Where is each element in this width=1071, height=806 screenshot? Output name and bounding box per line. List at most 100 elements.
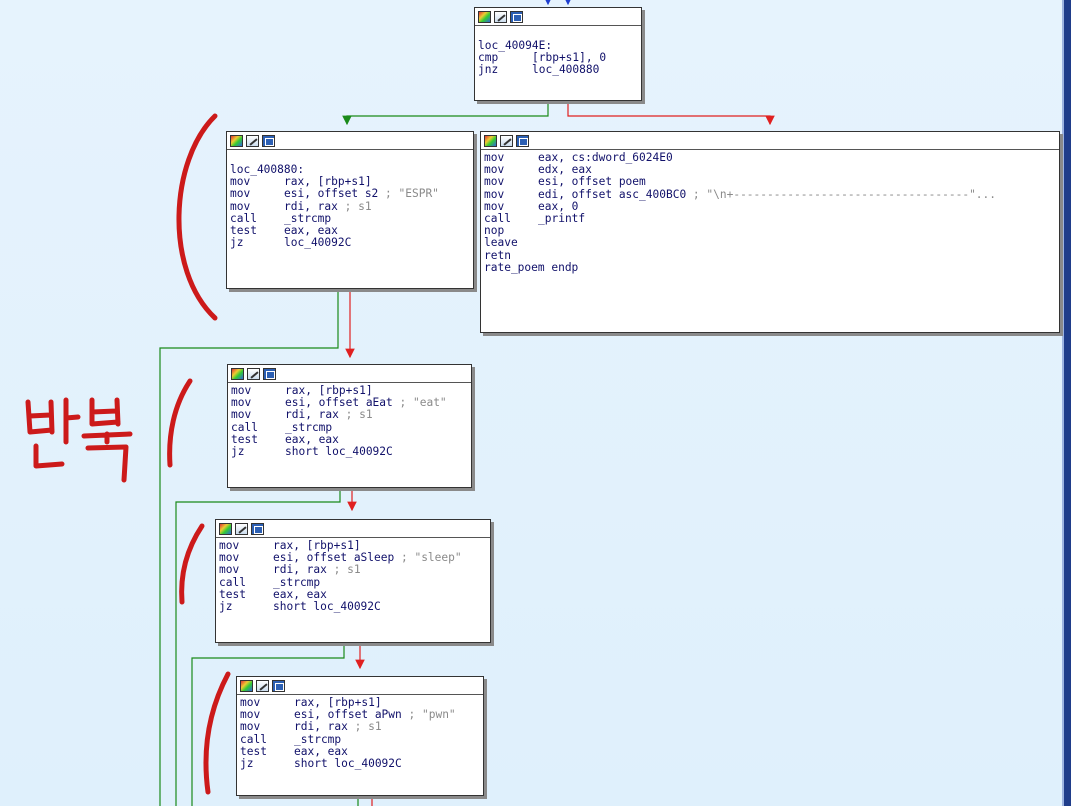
- handwritten-annotation: 반복: [22, 390, 142, 490]
- node-code: mov rax, [rbp+s1] mov esi, offset aPwn ; "p…: [237, 695, 483, 773]
- asm-line[interactable]: jz loc_40092C: [230, 237, 470, 249]
- asm-mnemonic: jz: [231, 445, 245, 459]
- node-code: mov rax, [rbp+s1] mov esi, offset aSleep ; …: [216, 538, 490, 616]
- handwritten-bracket-3: [179, 523, 205, 605]
- asm-mnemonic: mov: [219, 563, 240, 577]
- color-icon[interactable]: [484, 134, 497, 147]
- rename-icon[interactable]: [500, 134, 513, 147]
- asm-operands[interactable]: rdi, rax: [273, 564, 327, 576]
- asm-mnemonic: call: [231, 420, 258, 434]
- asm-operands[interactable]: rdi, rax: [294, 721, 348, 733]
- asm-line[interactable]: mov esi, offset s2 ; "ESPR": [230, 188, 470, 200]
- asm-mnemonic: mov: [230, 187, 251, 201]
- color-icon[interactable]: [240, 679, 253, 692]
- asm-line[interactable]: call _strcmp: [219, 575, 487, 589]
- handwritten-bracket-2: [167, 378, 193, 468]
- rename-icon[interactable]: [256, 679, 269, 692]
- group-icon[interactable]: [262, 134, 275, 147]
- node-titlebar: [237, 677, 483, 695]
- group-icon[interactable]: [263, 367, 276, 380]
- color-icon[interactable]: [219, 522, 232, 535]
- rename-icon[interactable]: [235, 522, 248, 535]
- asm-operands[interactable]: _printf: [538, 212, 585, 225]
- handwritten-bracket-1: [176, 113, 218, 321]
- asm-line[interactable]: jz short loc_40092C: [240, 757, 480, 771]
- color-icon[interactable]: [478, 10, 491, 23]
- edge-n1-n2: [342, 100, 549, 126]
- asm-operands[interactable]: loc_40092C: [284, 237, 351, 249]
- asm-mnemonic: jz: [219, 600, 233, 614]
- graph-node-cmp-sleep[interactable]: mov rax, [rbp+s1] mov esi, offset aSleep ; …: [215, 519, 491, 643]
- asm-line[interactable]: mov esi, offset poem: [484, 176, 1056, 188]
- node-code: mov rax, [rbp+s1] mov esi, offset aEat ; "e…: [228, 383, 471, 461]
- asm-comment: ; s1: [338, 408, 373, 422]
- handwritten-bracket-4: [203, 671, 231, 795]
- asm-line[interactable]: nop: [484, 225, 1056, 237]
- asm-line[interactable]: call _strcmp: [231, 420, 468, 434]
- asm-mnemonic: mov: [484, 187, 505, 201]
- color-icon[interactable]: [230, 134, 243, 147]
- asm-operands[interactable]: esi, offset poem: [538, 176, 646, 188]
- graph-node-loc-400880[interactable]: loc_400880: mov rax, [rbp+s1] mov esi, offse…: [226, 131, 474, 289]
- asm-line[interactable]: call _strcmp: [230, 212, 470, 225]
- graph-node-cmp-pwn[interactable]: mov rax, [rbp+s1] mov esi, offset aPwn ; "p…: [236, 676, 484, 796]
- asm-mnemonic: jnz: [478, 63, 499, 77]
- asm-operands[interactable]: _strcmp: [294, 733, 341, 746]
- asm-comment: ; "ESPR": [378, 187, 439, 201]
- group-icon[interactable]: [516, 134, 529, 147]
- asm-line[interactable]: call _printf: [484, 212, 1056, 225]
- asm-mnemonic: mov: [231, 408, 252, 422]
- asm-line[interactable]: mov rdi, rax ; s1: [231, 409, 468, 421]
- asm-operands[interactable]: short loc_40092C: [273, 600, 381, 613]
- rename-icon[interactable]: [247, 367, 260, 380]
- asm-mnemonic: jz: [230, 236, 244, 250]
- edge-n1-n3: [567, 100, 775, 126]
- asm-line[interactable]: jz short loc_40092C: [219, 600, 487, 614]
- asm-operands[interactable]: _strcmp: [285, 421, 332, 434]
- asm-label[interactable]: rate_poem endp: [484, 261, 578, 274]
- asm-operands[interactable]: short loc_40092C: [294, 757, 402, 770]
- asm-mnemonic: jz: [240, 757, 254, 771]
- node-code: mov eax, cs:dword_6024E0 mov edx, eax mov esi…: [481, 150, 1059, 277]
- asm-line[interactable]: mov rdi, rax ; s1: [230, 199, 470, 213]
- rename-icon[interactable]: [494, 10, 507, 23]
- asm-line[interactable]: rate_poem endp: [484, 261, 1056, 274]
- node-titlebar: [228, 365, 471, 383]
- asm-operands[interactable]: rdi, rax: [284, 200, 338, 213]
- asm-operands[interactable]: _strcmp: [273, 576, 320, 589]
- asm-operands[interactable]: edi, offset asc_400BC0: [538, 188, 686, 201]
- group-icon[interactable]: [510, 10, 523, 23]
- asm-operands[interactable]: esi, offset s2: [284, 188, 378, 200]
- asm-line[interactable]: mov rdi, rax ; s1: [240, 721, 480, 733]
- graph-node-printf-block[interactable]: mov eax, cs:dword_6024E0 mov edx, eax mov esi…: [480, 131, 1060, 333]
- asm-line[interactable]: call _strcmp: [240, 732, 480, 746]
- asm-mnemonic: call: [219, 575, 246, 589]
- node-titlebar: [475, 8, 641, 26]
- asm-line[interactable]: mov edi, offset asc_400BC0 ; "\n+--------…: [484, 187, 1056, 201]
- asm-line[interactable]: leave: [484, 237, 1056, 249]
- asm-operands[interactable]: loc_400880: [532, 64, 599, 76]
- group-icon[interactable]: [251, 522, 264, 535]
- asm-comment: ; "pwn": [401, 708, 456, 722]
- node-code: loc_40094E: cmp [rbp+s1], 0 jnz loc_400880: [475, 26, 641, 80]
- color-icon[interactable]: [231, 367, 244, 380]
- asm-comment: ; s1: [337, 199, 372, 213]
- asm-mnemonic: retn: [484, 248, 511, 262]
- rename-icon[interactable]: [246, 134, 259, 147]
- asm-comment: ; "eat": [392, 396, 447, 410]
- asm-comment: ; s1: [347, 720, 382, 734]
- graph-node-loc-40094e[interactable]: loc_40094E: cmp [rbp+s1], 0 jnz loc_400880: [474, 7, 642, 101]
- asm-mnemonic: leave: [484, 236, 518, 250]
- asm-line[interactable]: retn: [484, 248, 1056, 262]
- group-icon[interactable]: [272, 679, 285, 692]
- asm-mnemonic: mov: [230, 199, 251, 213]
- asm-operands[interactable]: short loc_40092C: [285, 445, 393, 458]
- asm-mnemonic: call: [240, 732, 267, 746]
- asm-line[interactable]: jnz loc_400880: [478, 64, 638, 76]
- asm-line[interactable]: mov rdi, rax ; s1: [219, 564, 487, 576]
- asm-comment: ; s1: [326, 563, 361, 577]
- asm-line[interactable]: jz short loc_40092C: [231, 445, 468, 459]
- asm-operands[interactable]: rdi, rax: [285, 409, 339, 421]
- graph-node-cmp-eat[interactable]: mov rax, [rbp+s1] mov esi, offset aEat ; "e…: [227, 364, 472, 488]
- node-titlebar: [227, 132, 473, 150]
